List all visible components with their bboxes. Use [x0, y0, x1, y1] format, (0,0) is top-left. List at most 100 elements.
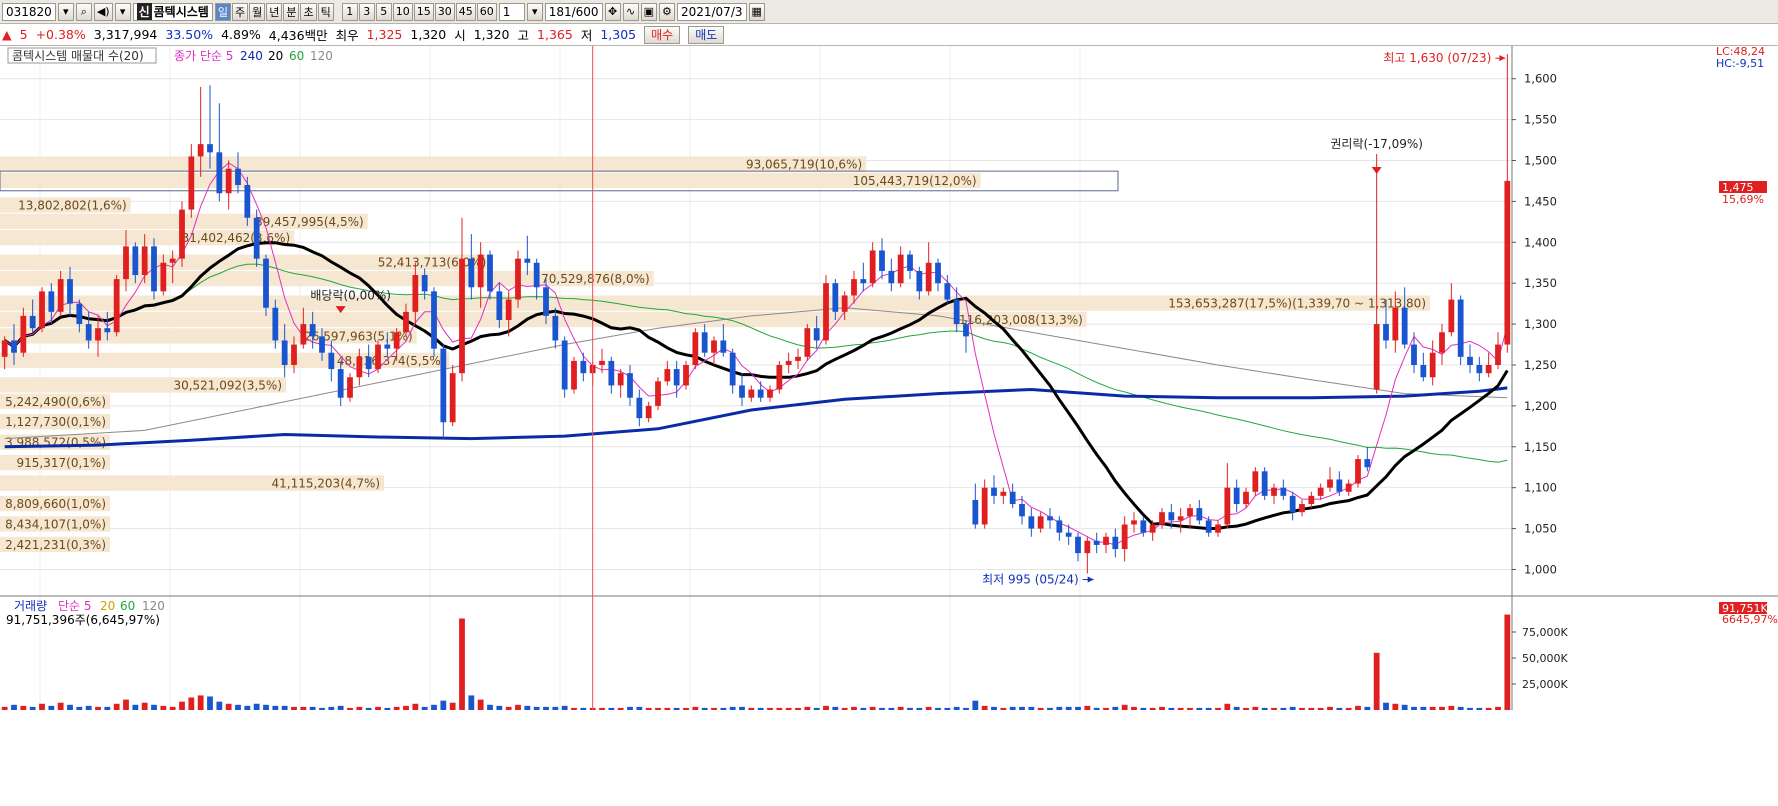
stock-code-input[interactable]: 031820: [2, 2, 56, 21]
candle-body-87: [813, 328, 820, 341]
volume-bar-73: [683, 707, 689, 710]
low-annotation: 최저 995 (05/24): [982, 573, 1079, 587]
candle-body-101: [944, 283, 951, 300]
interval-dropdown-button[interactable]: ▾: [526, 2, 543, 21]
interval-input[interactable]: 1: [498, 2, 525, 21]
period-button-2[interactable]: 월: [249, 2, 266, 21]
crosshair-button[interactable]: ✥: [604, 2, 621, 21]
volume-bar-130: [1215, 707, 1221, 710]
candle-body-138: [1289, 495, 1296, 513]
volume-bar-74: [692, 706, 699, 710]
volume-bar-88: [823, 705, 829, 710]
volume-bar-92: [860, 707, 867, 710]
candle-body-113: [1056, 520, 1063, 533]
dividend-annotation: 배당락(0,00%): [310, 289, 391, 303]
volume-bar-17: [160, 705, 167, 710]
volume-bar-70: [655, 707, 661, 710]
volume-bar-52: [487, 704, 493, 710]
search-icon: ⌕: [80, 4, 87, 18]
amount-value: 4,436백만: [268, 28, 328, 43]
save-button[interactable]: ▣: [640, 2, 657, 21]
period-button-3[interactable]: 년: [266, 2, 283, 21]
interval-button-5[interactable]: 5: [375, 2, 392, 21]
volume-bar-67: [627, 706, 633, 710]
candle-body-133: [1243, 491, 1249, 505]
quote-bar: ▲ 5 +0.38% 3,317,994 33.50% 4.89% 4,436백…: [0, 24, 1778, 46]
volume-bar-122: [1140, 707, 1147, 710]
volume-bar-87: [813, 707, 820, 710]
period-button-5[interactable]: 초: [300, 2, 317, 21]
candle-body-45: [421, 275, 428, 292]
candle-body-52: [487, 254, 493, 292]
volume-bar-10: [95, 706, 101, 710]
count-input[interactable]: 181/600: [544, 2, 603, 21]
toolbar: 031820 ▾ ⌕ ◀) ▾ 신 콤텍시스템 일주월년분초틱 1 3 5 10 15 3…: [0, 0, 1778, 24]
interval-button-15[interactable]: 15: [413, 2, 434, 21]
settings-button[interactable]: ⚙: [658, 2, 675, 21]
interval-button-1[interactable]: 1: [341, 2, 358, 21]
candle-body-1: [11, 340, 17, 353]
candle-body-14: [132, 246, 139, 276]
speaker-icon: ◀): [96, 5, 110, 18]
volume-legend: 거래량 단순 5 20 60 120 91,751,396주(6,645,97%…: [6, 599, 165, 627]
volume-bar-160: [1495, 706, 1501, 710]
candle-body-105: [981, 487, 988, 525]
candle-body-30: [281, 340, 288, 365]
candle-body-107: [1000, 491, 1007, 496]
volume-bar-148: [1383, 702, 1389, 710]
volume-profile-label-13: 1,127,730(0,1%): [5, 415, 106, 429]
candle-body-139: [1299, 504, 1305, 513]
change-pct: +0.38%: [35, 27, 86, 42]
volume-bar-40: [375, 706, 381, 710]
price-tick-label-6: 1,300: [1524, 317, 1557, 331]
volume-bar-140: [1308, 707, 1315, 710]
high-label: 고: [517, 28, 530, 43]
interval-button-10[interactable]: 10: [392, 2, 413, 21]
line-tool-button[interactable]: ∿: [622, 2, 639, 21]
candle-body-21: [197, 144, 204, 157]
stock-name-box[interactable]: 신 콤텍시스템: [132, 2, 213, 21]
candle-body-130: [1215, 524, 1221, 533]
interval-button-30[interactable]: 30: [434, 2, 455, 21]
interval-button-60[interactable]: 60: [476, 2, 497, 21]
calendar-icon: ▦: [751, 5, 762, 18]
candle-body-103: [963, 324, 969, 337]
candle-body-56: [524, 258, 531, 263]
period-button-4[interactable]: 분: [283, 2, 300, 21]
calendar-button[interactable]: ▦: [748, 2, 765, 21]
volume-bar-71: [664, 707, 671, 710]
candle-body-92: [860, 279, 867, 284]
candle-body-20: [188, 156, 195, 210]
candle-body-132: [1233, 487, 1240, 505]
period-button-0[interactable]: 일: [214, 2, 231, 21]
volume-bar-105: [981, 705, 988, 710]
code-dropdown-button[interactable]: ▾: [57, 2, 74, 21]
candle-body-84: [785, 360, 792, 365]
volume-bar-44: [412, 703, 419, 710]
candle-body-66: [617, 373, 624, 386]
candle-body-36: [337, 369, 344, 398]
stock-chart[interactable]: 93,065,719(10,6%) 105,443,719(12,0%) 13,80…: [0, 46, 1778, 806]
volume-profile-label-1: 105,443,719(12,0%): [853, 174, 977, 188]
period-button-6[interactable]: 틱: [317, 2, 334, 21]
volume-profile-label-2: 13,802,802(1,6%): [18, 198, 127, 212]
sound-dropdown-button[interactable]: ▾: [114, 2, 131, 21]
volume-profile-label-15: 915,317(0,1%): [17, 456, 106, 470]
date-input[interactable]: 2021/07/3: [676, 2, 747, 21]
volume-bar-58: [543, 706, 549, 710]
interval-button-3[interactable]: 3: [358, 2, 375, 21]
volume-legend-ma-title: 단순 5: [58, 599, 92, 613]
volume-bar-102: [953, 706, 960, 710]
sell-button[interactable]: 매도: [688, 25, 725, 44]
volume-bar-116: [1084, 705, 1091, 710]
buy-button[interactable]: 매수: [644, 25, 681, 44]
volume-bar-37: [347, 707, 353, 710]
search-button[interactable]: ⌕: [75, 2, 92, 21]
candle-body-35: [328, 352, 335, 370]
volume-bar-154: [1439, 706, 1445, 710]
best-value: 1,325: [366, 27, 403, 42]
sound-button[interactable]: ◀): [93, 2, 113, 21]
period-button-1[interactable]: 주: [231, 2, 249, 21]
volume-bar-5: [48, 705, 55, 710]
interval-button-45[interactable]: 45: [455, 2, 476, 21]
